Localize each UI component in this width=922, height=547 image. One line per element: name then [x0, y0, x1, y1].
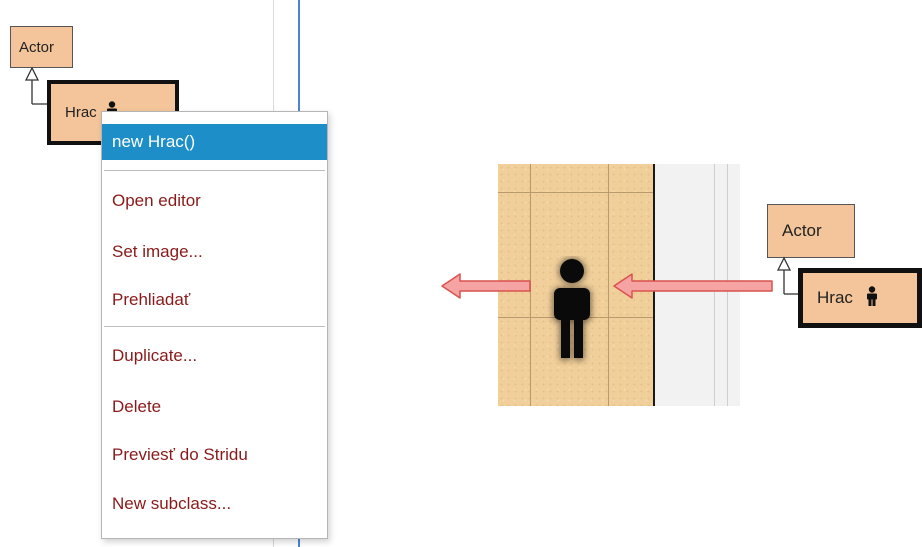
- menu-item-label: new Hrac(): [112, 132, 196, 151]
- menu-item-delete[interactable]: Delete: [102, 389, 327, 425]
- menu-item-label: Previesť do Stridu: [112, 445, 248, 464]
- person-icon: [865, 285, 879, 312]
- class-actor[interactable]: Actor: [10, 26, 73, 68]
- left-arrow-icon: [613, 273, 773, 299]
- menu-item-open-editor[interactable]: Open editor: [102, 183, 327, 219]
- menu-item-label: Prehliadať: [112, 290, 191, 309]
- menu-item-prehliadat[interactable]: Prehliadať: [102, 282, 327, 318]
- class-hrac-label: Hrac: [817, 288, 853, 307]
- class-actor-label: Actor: [19, 38, 55, 56]
- menu-item-set-image[interactable]: Set image...: [102, 234, 327, 270]
- menu-item-new-subclass[interactable]: New subclass...: [102, 486, 327, 522]
- menu-item-new-hrac[interactable]: new Hrac(): [102, 124, 327, 160]
- menu-item-label: New subclass...: [112, 494, 232, 513]
- class-hrac[interactable]: Hrac: [798, 268, 922, 328]
- grid-line: [498, 192, 654, 193]
- context-menu: new Hrac() Open editor Set image... Preh…: [101, 111, 328, 539]
- grid-line: [608, 164, 609, 406]
- class-hrac-label: Hrac: [65, 104, 97, 121]
- class-actor[interactable]: Actor: [767, 204, 855, 258]
- class-actor-label: Actor: [782, 221, 822, 240]
- menu-item-label: Open editor: [112, 191, 201, 210]
- menu-separator: [104, 170, 325, 171]
- menu-item-label: Delete: [112, 397, 162, 416]
- menu-separator: [104, 326, 325, 327]
- menu-item-label: Duplicate...: [112, 346, 198, 365]
- person-figure-icon: [553, 258, 591, 360]
- menu-item-previest-do-stridu[interactable]: Previesť do Stridu: [102, 437, 327, 473]
- left-arrow-icon: [441, 273, 531, 299]
- menu-item-label: Set image...: [112, 242, 203, 261]
- menu-item-duplicate[interactable]: Duplicate...: [102, 338, 327, 374]
